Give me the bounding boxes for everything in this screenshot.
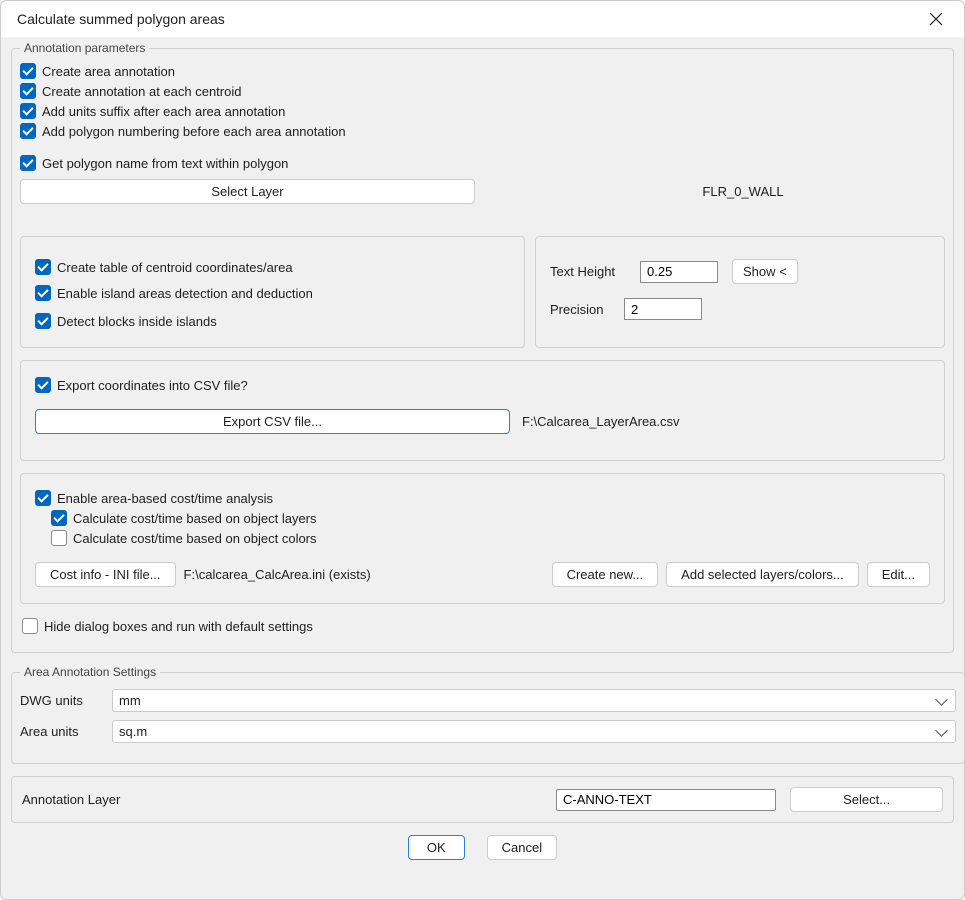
export-csv-label: Export coordinates into CSV file?: [57, 378, 248, 393]
precision-input[interactable]: [624, 298, 702, 320]
selected-layer-value: FLR_0_WALL: [702, 184, 783, 199]
area-annotation-settings-legend: Area Annotation Settings: [20, 665, 160, 679]
titlebar: Calculate summed polygon areas: [1, 1, 964, 37]
annotation-layer-input[interactable]: [556, 789, 776, 811]
add-units-suffix-checkbox[interactable]: [20, 103, 36, 119]
dwg-units-label: DWG units: [20, 693, 98, 708]
annotation-parameters-legend: Annotation parameters: [20, 41, 149, 55]
enable-island-checkbox[interactable]: [35, 285, 51, 301]
hide-dialog-checkbox[interactable]: [22, 618, 38, 634]
add-units-suffix-label: Add units suffix after each area annotat…: [42, 104, 285, 119]
close-icon[interactable]: [918, 5, 954, 33]
area-annotation-settings-group: Area Annotation Settings DWG units mm Ar…: [11, 665, 965, 764]
export-csv-checkbox[interactable]: [35, 377, 51, 393]
annotation-parameters-group: Annotation parameters Create area annota…: [11, 41, 954, 653]
ok-button[interactable]: OK: [408, 835, 465, 860]
create-new-button[interactable]: Create new...: [552, 562, 659, 587]
dialog-window: Calculate summed polygon areas Annotatio…: [0, 0, 965, 900]
create-area-annotation-checkbox[interactable]: [20, 63, 36, 79]
text-height-label: Text Height: [550, 264, 626, 279]
calc-by-layers-checkbox[interactable]: [51, 510, 67, 526]
create-table-label: Create table of centroid coordinates/are…: [57, 260, 293, 275]
show-button[interactable]: Show <: [732, 259, 798, 284]
select-layer-button[interactable]: Select Layer: [20, 179, 475, 204]
text-height-input[interactable]: [640, 261, 718, 283]
hide-dialog-label: Hide dialog boxes and run with default s…: [44, 619, 313, 634]
table-options-panel: Create table of centroid coordinates/are…: [20, 236, 525, 348]
cost-panel: Enable area-based cost/time analysis Cal…: [20, 473, 945, 604]
enable-island-label: Enable island areas detection and deduct…: [57, 286, 313, 301]
create-at-centroid-label: Create annotation at each centroid: [42, 84, 241, 99]
annotation-layer-panel: Annotation Layer Select...: [11, 776, 954, 823]
window-title: Calculate summed polygon areas: [17, 11, 225, 27]
csv-path-value: F:\Calcarea_LayerArea.csv: [522, 414, 680, 429]
add-polygon-numbering-checkbox[interactable]: [20, 123, 36, 139]
create-table-checkbox[interactable]: [35, 259, 51, 275]
area-units-select[interactable]: sq.m: [112, 720, 956, 743]
precision-label: Precision: [550, 302, 610, 317]
create-area-annotation-label: Create area annotation: [42, 64, 175, 79]
enable-cost-checkbox[interactable]: [35, 490, 51, 506]
calc-by-colors-label: Calculate cost/time based on object colo…: [73, 531, 317, 546]
add-polygon-numbering-label: Add polygon numbering before each area a…: [42, 124, 346, 139]
ini-path-value: F:\calcarea_CalcArea.ini (exists): [184, 567, 371, 582]
csv-panel: Export coordinates into CSV file? Export…: [20, 360, 945, 461]
calc-by-layers-label: Calculate cost/time based on object laye…: [73, 511, 317, 526]
export-csv-button[interactable]: Export CSV file...: [35, 409, 510, 434]
text-settings-panel: Text Height Show < Precision: [535, 236, 945, 348]
calc-by-colors-checkbox[interactable]: [51, 530, 67, 546]
dialog-footer: OK Cancel: [11, 835, 954, 860]
detect-blocks-label: Detect blocks inside islands: [57, 314, 217, 329]
detect-blocks-checkbox[interactable]: [35, 313, 51, 329]
annotation-layer-label: Annotation Layer: [22, 792, 542, 807]
create-at-centroid-checkbox[interactable]: [20, 83, 36, 99]
area-units-label: Area units: [20, 724, 98, 739]
get-polygon-name-label: Get polygon name from text within polygo…: [42, 156, 288, 171]
get-polygon-name-checkbox[interactable]: [20, 155, 36, 171]
annotation-layer-select-button[interactable]: Select...: [790, 787, 943, 812]
edit-button[interactable]: Edit...: [867, 562, 930, 587]
add-selected-layers-button[interactable]: Add selected layers/colors...: [666, 562, 859, 587]
dwg-units-select[interactable]: mm: [112, 689, 956, 712]
cost-ini-file-button[interactable]: Cost info - INI file...: [35, 562, 176, 587]
cancel-button[interactable]: Cancel: [487, 835, 557, 860]
enable-cost-label: Enable area-based cost/time analysis: [57, 491, 273, 506]
